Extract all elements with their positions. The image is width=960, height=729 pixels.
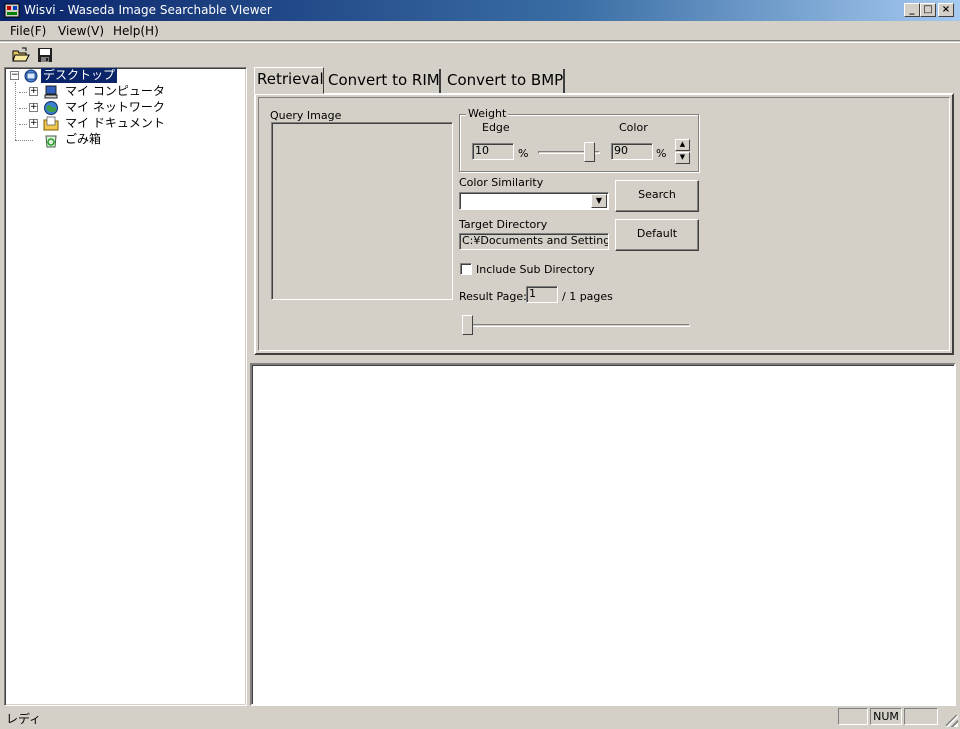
edge-weight-field[interactable]: 10	[472, 143, 514, 160]
tree-node-label: マイ ネットワーク	[65, 100, 165, 114]
resize-grip[interactable]	[946, 715, 958, 727]
toolbar	[0, 42, 960, 66]
tree-expander[interactable]: +	[29, 87, 38, 96]
desktop-icon	[24, 69, 38, 83]
window-title: Wisvi - Waseda Image Searchable VIewer	[24, 3, 272, 17]
status-pane	[838, 708, 868, 725]
tree-node-label: マイ コンピュータ	[65, 84, 165, 98]
include-sub-label: Include Sub Directory	[476, 263, 595, 276]
tree-node-my-computer[interactable]: + マイ コンピュータ	[5, 84, 245, 100]
status-pane	[904, 708, 938, 725]
tree-node-label: マイ ドキュメント	[65, 116, 165, 130]
tab-convert-to-bmp[interactable]: Convert to BMP	[445, 69, 565, 93]
results-area[interactable]	[250, 363, 956, 706]
tree-node-my-documents[interactable]: + マイ ドキュメント	[5, 116, 245, 132]
chevron-down-icon[interactable]: ▼	[591, 194, 607, 208]
include-sub-checkbox[interactable]	[460, 263, 472, 275]
documents-folder-icon	[43, 116, 59, 131]
weight-slider-thumb[interactable]	[583, 142, 595, 162]
result-page-label: Result Page:	[459, 290, 527, 303]
maximize-button[interactable]: □	[920, 3, 936, 17]
computer-icon	[44, 85, 58, 99]
tree-node-desktop[interactable]: − デスクトップ	[5, 68, 245, 84]
tab-panel: Retrieval Convert to RIM Convert to BMP …	[250, 67, 956, 357]
tab-retrieval[interactable]: Retrieval	[254, 67, 324, 94]
network-icon	[44, 101, 58, 115]
default-button[interactable]: Default	[615, 219, 699, 251]
tree-expander[interactable]: −	[10, 71, 19, 80]
folder-tree[interactable]: − デスクトップ + マイ コンピュータ + マイ ネットワーク + マイ ドキ…	[4, 67, 247, 706]
target-directory-field[interactable]: C:¥Documents and Settings¥	[459, 233, 609, 250]
open-button[interactable]	[10, 45, 32, 65]
search-button[interactable]: Search	[615, 180, 699, 212]
spin-down-button[interactable]: ▼	[675, 152, 690, 164]
minimize-button[interactable]: _	[904, 3, 920, 17]
title-bar: Wisvi - Waseda Image Searchable VIewer _…	[0, 0, 960, 21]
menu-help[interactable]: Help(H)	[113, 24, 159, 38]
color-similarity-label: Color Similarity	[459, 176, 544, 189]
spin-up-button[interactable]: ▲	[675, 139, 690, 151]
page-slider-thumb[interactable]	[462, 315, 473, 335]
menu-bar: File(F) View(V) Help(H)	[0, 21, 960, 41]
close-button[interactable]: ×	[938, 3, 954, 17]
tree-node-label: デスクトップ	[41, 68, 118, 83]
app-icon	[4, 3, 20, 18]
status-num-pane: NUM	[870, 708, 902, 725]
status-text: レディ	[6, 712, 42, 726]
color-label: Color	[619, 121, 648, 134]
menu-view[interactable]: View(V)	[58, 24, 104, 38]
tree-expander[interactable]: +	[29, 119, 38, 128]
query-image-label: Query Image	[270, 109, 342, 122]
query-image-box[interactable]	[271, 122, 453, 300]
retrieval-panel: Query Image Weight Edge Color 10 % 90 % …	[258, 97, 950, 351]
tab-body: Query Image Weight Edge Color 10 % 90 % …	[254, 93, 954, 355]
color-weight-field[interactable]: 90	[611, 143, 653, 160]
edge-label: Edge	[482, 121, 510, 134]
open-folder-icon	[12, 47, 30, 62]
color-similarity-select[interactable]: ▼	[459, 192, 609, 210]
result-page-field[interactable]: 1	[526, 286, 558, 303]
tree-node-my-network[interactable]: + マイ ネットワーク	[5, 100, 245, 116]
tree-node-label: ごみ箱	[65, 132, 102, 146]
target-directory-label: Target Directory	[459, 218, 548, 231]
pages-total: / 1 pages	[562, 290, 613, 303]
weight-title: Weight	[466, 107, 509, 120]
tree-expander[interactable]: +	[29, 103, 38, 112]
color-percent: %	[656, 147, 667, 160]
save-button[interactable]	[34, 45, 56, 65]
page-slider-track	[462, 324, 690, 327]
recycle-bin-icon	[45, 135, 57, 148]
weight-group: Weight Edge Color 10 % 90 % ▲ ▼	[459, 107, 699, 172]
tab-convert-to-rim[interactable]: Convert to RIM	[326, 69, 441, 93]
tree-node-recycle-bin[interactable]: ごみ箱	[5, 132, 245, 148]
menu-file[interactable]: File(F)	[10, 24, 46, 38]
edge-percent: %	[518, 147, 529, 160]
save-disk-icon	[38, 48, 52, 62]
status-bar: レディ NUM	[0, 706, 960, 729]
